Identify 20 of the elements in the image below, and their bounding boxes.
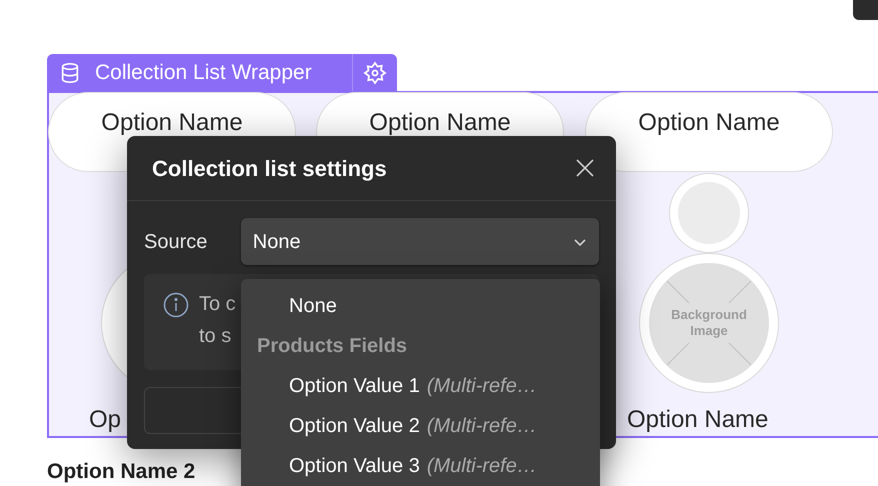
source-label: Source [144,230,208,254]
placeholder-label: Background Image [670,307,748,339]
settings-icon[interactable] [363,60,387,84]
tag-label: Collection List Wrapper [95,60,312,86]
dropdown-option[interactable]: Option Value 1 (Multi-refe… [241,366,600,406]
section-heading: Option Name 2 [47,460,196,484]
dropdown-option[interactable]: Option Value 3 (Multi-refe… [241,446,600,486]
item-caption: Option Name [627,405,768,435]
element-tag[interactable]: Collection List Wrapper [47,54,397,91]
source-select[interactable]: None [240,218,599,265]
info-icon [163,292,189,318]
database-icon [59,60,81,84]
info-text: To c to s [199,292,236,349]
dropdown-option[interactable]: Option Value 2 (Multi-refe… [241,406,600,446]
group-heading: Products Fields [256,334,408,359]
option-pill: Option Name [585,92,833,172]
dropdown-option[interactable]: None [241,286,600,326]
close-icon[interactable] [575,158,595,178]
chevron-down-icon [573,236,587,246]
item-caption: Op [89,405,122,435]
